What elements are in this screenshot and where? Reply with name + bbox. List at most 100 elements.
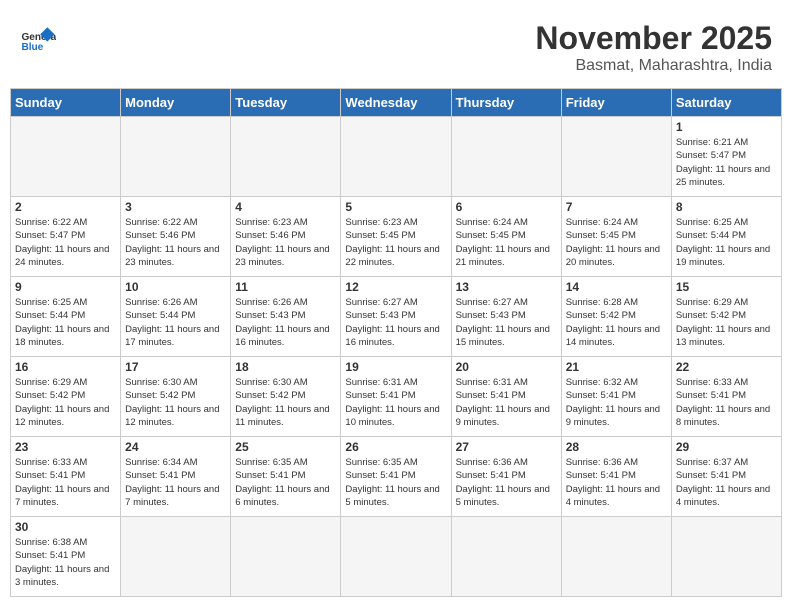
calendar-cell (341, 517, 451, 597)
calendar-cell: 2Sunrise: 6:22 AM Sunset: 5:47 PM Daylig… (11, 197, 121, 277)
calendar-cell: 20Sunrise: 6:31 AM Sunset: 5:41 PM Dayli… (451, 357, 561, 437)
calendar-cell: 26Sunrise: 6:35 AM Sunset: 5:41 PM Dayli… (341, 437, 451, 517)
day-info: Sunrise: 6:32 AM Sunset: 5:41 PM Dayligh… (566, 376, 667, 429)
week-row-2: 2Sunrise: 6:22 AM Sunset: 5:47 PM Daylig… (11, 197, 782, 277)
day-info: Sunrise: 6:37 AM Sunset: 5:41 PM Dayligh… (676, 456, 777, 509)
day-info: Sunrise: 6:21 AM Sunset: 5:47 PM Dayligh… (676, 136, 777, 189)
calendar-cell: 5 Sunrise: 6:23 AM Sunset: 5:45 PM Daylig… (341, 197, 451, 277)
day-number: 16 (15, 360, 116, 374)
calendar-cell (341, 117, 451, 197)
day-info: Sunrise: 6:36 AM Sunset: 5:41 PM Dayligh… (456, 456, 557, 509)
day-info: Sunrise: 6:25 AM Sunset: 5:44 PM Dayligh… (676, 216, 777, 269)
day-number: 3 (125, 200, 226, 214)
day-info: Sunrise: 6:24 AM Sunset: 5:45 PM Dayligh… (566, 216, 667, 269)
calendar-cell: 27 Sunrise: 6:36 AM Sunset: 5:41 PM Dayli… (451, 437, 561, 517)
calendar-cell: 15 Sunrise: 6:29 AM Sunset: 5:42 PM Dayli… (671, 277, 781, 357)
day-number: 29 (676, 440, 777, 454)
week-row-4: 16Sunrise: 6:29 AM Sunset: 5:42 PM Dayli… (11, 357, 782, 437)
day-number: 6 (456, 200, 557, 214)
day-number: 21 (566, 360, 667, 374)
day-number: 15 (676, 280, 777, 294)
calendar-cell (121, 517, 231, 597)
weekday-header-saturday: Saturday (671, 89, 781, 117)
calendar-cell (451, 517, 561, 597)
day-number: 18 (235, 360, 336, 374)
calendar-cell (561, 117, 671, 197)
day-info: Sunrise: 6:36 AM Sunset: 5:41 PM Dayligh… (566, 456, 667, 509)
logo-icon: General Blue (20, 20, 56, 56)
day-number: 30 (15, 520, 116, 534)
calendar-cell: 8 Sunrise: 6:25 AM Sunset: 5:44 PM Daylig… (671, 197, 781, 277)
day-info: Sunrise: 6:23 AM Sunset: 5:46 PM Dayligh… (235, 216, 336, 269)
day-number: 10 (125, 280, 226, 294)
day-info: Sunrise: 6:34 AM Sunset: 5:41 PM Dayligh… (125, 456, 226, 509)
weekday-header-sunday: Sunday (11, 89, 121, 117)
day-info: Sunrise: 6:23 AM Sunset: 5:45 PM Dayligh… (345, 216, 446, 269)
day-number: 12 (345, 280, 446, 294)
week-row-5: 23 Sunrise: 6:33 AM Sunset: 5:41 PM Dayli… (11, 437, 782, 517)
day-info: Sunrise: 6:30 AM Sunset: 5:42 PM Dayligh… (235, 376, 336, 429)
calendar-cell: 4Sunrise: 6:23 AM Sunset: 5:46 PM Daylig… (231, 197, 341, 277)
page-title: November 2025 (535, 20, 772, 57)
calendar-cell: 3Sunrise: 6:22 AM Sunset: 5:46 PM Daylig… (121, 197, 231, 277)
calendar-cell (671, 517, 781, 597)
day-number: 25 (235, 440, 336, 454)
week-row-1: 1 Sunrise: 6:21 AM Sunset: 5:47 PM Daylig… (11, 117, 782, 197)
title-block: November 2025 Basmat, Maharashtra, India (535, 20, 772, 75)
calendar-cell: 24Sunrise: 6:34 AM Sunset: 5:41 PM Dayli… (121, 437, 231, 517)
day-info: Sunrise: 6:27 AM Sunset: 5:43 PM Dayligh… (456, 296, 557, 349)
calendar-cell: 19Sunrise: 6:31 AM Sunset: 5:41 PM Dayli… (341, 357, 451, 437)
day-number: 9 (15, 280, 116, 294)
calendar-cell: 29 Sunrise: 6:37 AM Sunset: 5:41 PM Dayli… (671, 437, 781, 517)
day-number: 27 (456, 440, 557, 454)
day-number: 23 (15, 440, 116, 454)
day-info: Sunrise: 6:33 AM Sunset: 5:41 PM Dayligh… (15, 456, 116, 509)
day-number: 28 (566, 440, 667, 454)
day-info: Sunrise: 6:29 AM Sunset: 5:42 PM Dayligh… (676, 296, 777, 349)
page-header: General Blue November 2025 Basmat, Mahar… (10, 10, 782, 80)
day-info: Sunrise: 6:35 AM Sunset: 5:41 PM Dayligh… (345, 456, 446, 509)
page-subtitle: Basmat, Maharashtra, India (535, 57, 772, 75)
calendar-cell: 10Sunrise: 6:26 AM Sunset: 5:44 PM Dayli… (121, 277, 231, 357)
calendar-cell: 6 Sunrise: 6:24 AM Sunset: 5:45 PM Daylig… (451, 197, 561, 277)
calendar-cell: 11Sunrise: 6:26 AM Sunset: 5:43 PM Dayli… (231, 277, 341, 357)
day-number: 20 (456, 360, 557, 374)
weekday-header-row: SundayMondayTuesdayWednesdayThursdayFrid… (11, 89, 782, 117)
day-info: Sunrise: 6:22 AM Sunset: 5:47 PM Dayligh… (15, 216, 116, 269)
calendar-cell: 16Sunrise: 6:29 AM Sunset: 5:42 PM Dayli… (11, 357, 121, 437)
day-number: 5 (345, 200, 446, 214)
day-info: Sunrise: 6:25 AM Sunset: 5:44 PM Dayligh… (15, 296, 116, 349)
calendar-cell: 14Sunrise: 6:28 AM Sunset: 5:42 PM Dayli… (561, 277, 671, 357)
weekday-header-wednesday: Wednesday (341, 89, 451, 117)
calendar-cell: 23 Sunrise: 6:33 AM Sunset: 5:41 PM Dayli… (11, 437, 121, 517)
weekday-header-tuesday: Tuesday (231, 89, 341, 117)
calendar-cell: 18 Sunrise: 6:30 AM Sunset: 5:42 PM Dayli… (231, 357, 341, 437)
week-row-6: 30 Sunrise: 6:38 AM Sunset: 5:41 PM Dayli… (11, 517, 782, 597)
weekday-header-friday: Friday (561, 89, 671, 117)
calendar-cell (231, 117, 341, 197)
day-number: 7 (566, 200, 667, 214)
day-number: 1 (676, 120, 777, 134)
calendar-cell (451, 117, 561, 197)
day-info: Sunrise: 6:30 AM Sunset: 5:42 PM Dayligh… (125, 376, 226, 429)
weekday-header-monday: Monday (121, 89, 231, 117)
day-info: Sunrise: 6:27 AM Sunset: 5:43 PM Dayligh… (345, 296, 446, 349)
svg-text:Blue: Blue (21, 42, 43, 53)
calendar-table: SundayMondayTuesdayWednesdayThursdayFrid… (10, 88, 782, 597)
calendar-cell (11, 117, 121, 197)
day-info: Sunrise: 6:35 AM Sunset: 5:41 PM Dayligh… (235, 456, 336, 509)
calendar-cell: 1 Sunrise: 6:21 AM Sunset: 5:47 PM Daylig… (671, 117, 781, 197)
day-number: 8 (676, 200, 777, 214)
day-number: 11 (235, 280, 336, 294)
day-info: Sunrise: 6:24 AM Sunset: 5:45 PM Dayligh… (456, 216, 557, 269)
logo: General Blue (20, 20, 56, 56)
calendar-cell (121, 117, 231, 197)
day-number: 22 (676, 360, 777, 374)
day-number: 17 (125, 360, 226, 374)
day-info: Sunrise: 6:38 AM Sunset: 5:41 PM Dayligh… (15, 536, 116, 589)
weekday-header-thursday: Thursday (451, 89, 561, 117)
calendar-cell: 7 Sunrise: 6:24 AM Sunset: 5:45 PM Daylig… (561, 197, 671, 277)
calendar-cell: 12 Sunrise: 6:27 AM Sunset: 5:43 PM Dayli… (341, 277, 451, 357)
calendar-cell: 17 Sunrise: 6:30 AM Sunset: 5:42 PM Dayli… (121, 357, 231, 437)
day-info: Sunrise: 6:28 AM Sunset: 5:42 PM Dayligh… (566, 296, 667, 349)
